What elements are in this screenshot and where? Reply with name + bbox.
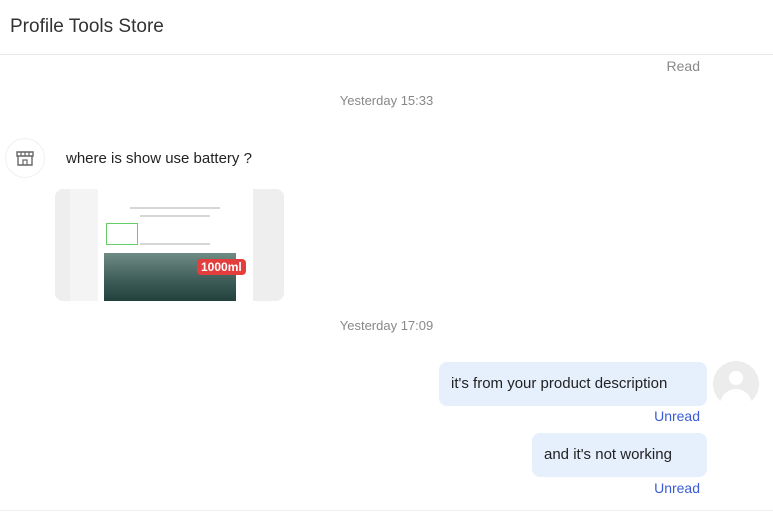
image-thumbnail: 1000ml bbox=[70, 189, 253, 301]
divider bbox=[0, 510, 773, 511]
thumbnail-line bbox=[130, 207, 220, 209]
user-icon bbox=[729, 371, 743, 385]
read-status: Read bbox=[666, 58, 700, 74]
thumbnail-sidebar bbox=[70, 189, 98, 301]
user-message-text: it's from your product description bbox=[451, 375, 668, 392]
unread-status: Unread bbox=[654, 480, 700, 496]
user-icon-body bbox=[720, 389, 752, 407]
user-message-bubble: and it's not working bbox=[532, 433, 707, 477]
user-message-bubble: it's from your product description bbox=[439, 362, 707, 406]
store-avatar[interactable] bbox=[5, 138, 45, 178]
timestamp: Yesterday 15:33 bbox=[339, 93, 434, 108]
store-icon bbox=[16, 151, 34, 166]
thumbnail-highlight bbox=[106, 223, 138, 245]
chat-header: Profile Tools Store bbox=[0, 0, 773, 55]
thumbnail-line bbox=[140, 243, 210, 245]
thumbnail-line bbox=[140, 215, 210, 217]
unread-status: Unread bbox=[654, 408, 700, 424]
user-message-text: and it's not working bbox=[544, 446, 672, 463]
message-image[interactable]: 1000ml bbox=[55, 189, 284, 301]
chat-title: Profile Tools Store bbox=[10, 16, 164, 37]
thumbnail-badge: 1000ml bbox=[197, 259, 246, 275]
thumbnail-topbar bbox=[98, 189, 253, 201]
user-avatar[interactable] bbox=[713, 361, 759, 407]
store-message-text: where is show use battery ? bbox=[66, 150, 252, 167]
timestamp: Yesterday 17:09 bbox=[339, 318, 434, 333]
